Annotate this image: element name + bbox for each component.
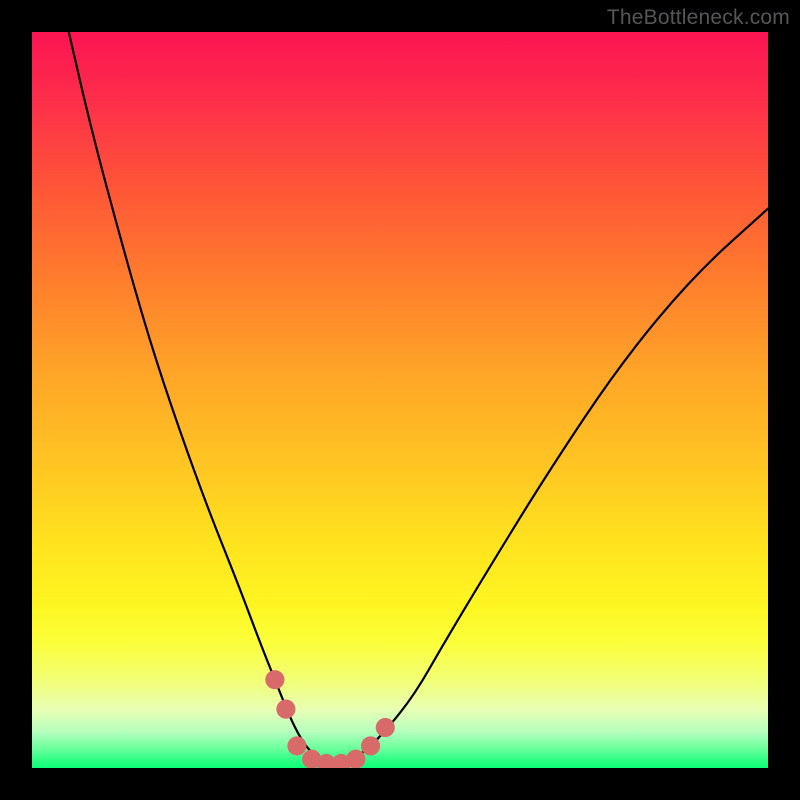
highlight-markers [265,670,395,768]
chart-frame: TheBottleneck.com [0,0,800,800]
plot-area [32,32,768,768]
watermark-text: TheBottleneck.com [607,6,790,30]
highlight-dot [376,718,395,737]
highlight-dot [361,736,380,755]
highlight-dot [276,700,295,719]
chart-overlay [32,32,768,768]
highlight-dot [265,670,284,689]
highlight-dot [287,736,306,755]
curve-line [69,32,768,764]
highlight-dot [346,750,365,768]
